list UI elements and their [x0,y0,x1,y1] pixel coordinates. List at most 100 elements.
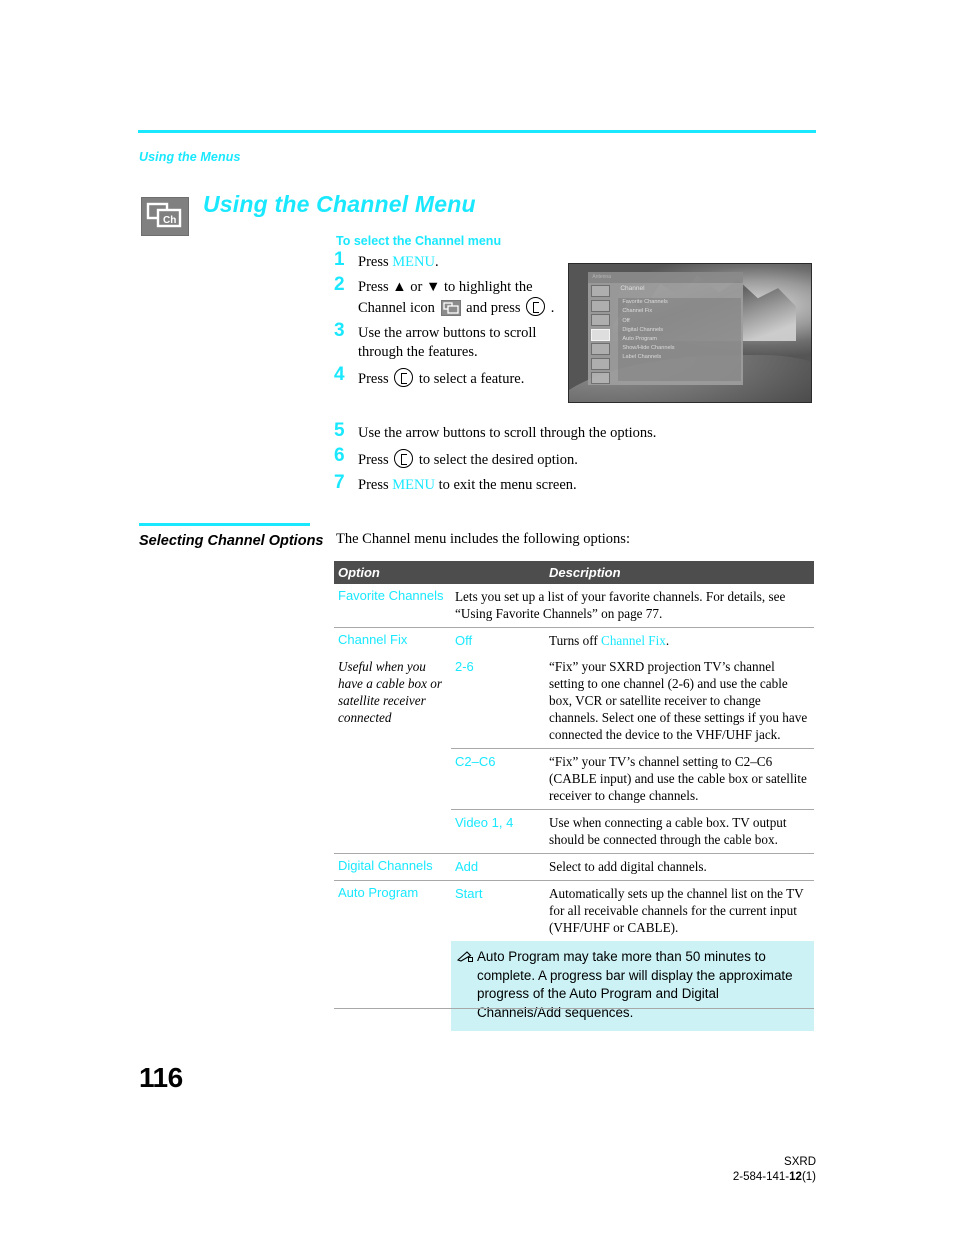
osd-item-label: Label Channels [622,354,662,361]
table-cell-description: “Fix” your SXRD projection TV’s channel … [549,659,808,742]
doc-id-revision: 12 [789,1171,802,1183]
option-value: Off [455,633,473,648]
step-number: 5 [334,420,345,441]
table-row: Video 1, 4 Use when connecting a cable b… [334,809,814,854]
table-cell-description: Turns off Channel Fix. [545,627,814,654]
step-text-part: Press [358,254,393,270]
table-row: C2–C6 “Fix” your TV’s channel setting to… [334,748,814,810]
option-value: Start [455,886,483,901]
step-number: 7 [334,472,345,493]
channel-options-table: Option Description Favorite Channels Let… [334,561,814,1031]
menu-key-label: MENU [392,254,435,270]
channel-fix-keyword: Channel Fix [601,633,666,648]
table-cell-note: Auto Program may take more than 50 minut… [451,941,814,1031]
option-value: 2-6 [455,659,474,674]
table-cell-description: Lets you set up a list of your favorite … [455,589,786,621]
section-intro: The Channel menu includes the following … [336,531,630,547]
pencil-note-icon [456,950,473,962]
doc-id-prefix: 2-584-141- [732,1171,790,1183]
table-cell-option: Favorite Channels [334,584,451,628]
colophon: SXRD 2-584-141-12(1) [733,1155,816,1185]
step-4: 4 Press to select a feature. [334,364,559,389]
osd-item-label: Favorite Channels [622,299,668,306]
header-rule [138,130,816,133]
osd-icon-cc [591,372,611,385]
step-text-part: . [547,300,555,316]
column-header-description: Description [545,561,814,584]
section-rule [139,523,310,526]
osd-title-bar: Antenna [588,272,744,284]
table-cell-description: Select to add digital channels. [545,853,814,881]
step-7: 7 Press MENU to exit the menu screen. [334,472,814,495]
osd-item-label: Channel Fix [622,308,653,315]
step-text-part: Press [358,371,393,387]
description-part: . [665,633,670,648]
table-cell-value: Add [451,853,545,881]
table-row: Useful when you have a cable box or sate… [334,654,814,749]
column-header-option: Option [334,561,451,584]
step-text-part: or [406,279,426,295]
table-cell-value: Off [451,627,545,654]
osd-item-label: Show/Hide Channels [622,345,675,352]
step-5: 5 Use the arrow buttons to scroll throug… [334,420,814,443]
step-number: 3 [334,320,345,341]
running-head: Using the Menus [139,150,241,164]
osd-icon-channel [591,328,611,341]
page-title: Using the Channel Menu [203,191,476,217]
table-row: Digital Channels Add Select to add digit… [334,853,814,881]
option-value: Video 1, 4 [455,815,514,830]
step-text-part: Press [358,452,393,468]
osd-sidebar-icons [591,285,615,387]
description-part: Turns off [549,633,602,648]
procedure-steps: 1 Press MENU. 2 Press ▲ or ▼ to highligh… [334,249,559,395]
table-cell-option: Useful when you have a cable box or sate… [334,654,451,749]
table-bottom-rule [334,1008,814,1009]
step-text-part: Press [358,279,393,295]
product-name: SXRD [784,1156,816,1168]
step-number: 1 [334,249,345,270]
step-text-part: to select the desired option. [415,452,578,468]
svg-text:Ch: Ch [163,215,176,226]
option-label: Channel Fix [338,632,408,647]
menu-key-label: MENU [392,477,435,493]
step-2: 2 Press ▲ or ▼ to highlight the Channel … [334,275,559,318]
step-number: 4 [334,364,345,385]
table-cell-option: Auto Program [334,880,451,941]
osd-item-label: Digital Channels [622,326,664,333]
select-button-icon [526,297,546,316]
note-callout: Auto Program may take more than 50 minut… [451,941,814,1031]
step-text-part: to select a feature. [415,371,525,387]
section-heading: Selecting Channel Options [139,533,324,549]
table-cell-value: Start [451,880,545,941]
step-text: Use the arrow buttons to scroll through … [358,325,537,360]
table-cell-option [334,810,451,854]
arrow-down-icon: ▼ [425,279,441,295]
step-3: 3 Use the arrow buttons to scroll throug… [334,320,559,362]
osd-icon-setup [591,357,611,370]
osd-icon-parental [591,343,611,356]
tv-osd-menu: Antenna Channel Favorite Channels Channe… [588,272,744,387]
table-cell-value: C2–C6 [451,748,545,810]
table-cell-option: Channel Fix [334,627,451,654]
table-header-row: Option Description [334,561,814,584]
procedure-steps-wide: 5 Use the arrow buttons to scroll throug… [334,420,814,501]
step-text: Press MENU to exit the menu screen. [358,477,577,493]
osd-item-value: Off [622,317,630,324]
procedure-heading: To select the Channel menu [336,234,502,248]
option-value: C2–C6 [455,754,496,769]
table-row: Auto Program Start Automatically sets up… [334,880,814,941]
tv-screenshot: Antenna Channel Favorite Channels Channe… [568,263,812,403]
osd-icon-screen [591,314,611,327]
option-label: Auto Program [338,885,419,900]
table-cell-value: 2-6 [451,654,545,749]
step-text-part: Press [358,477,393,493]
table-cell-option [334,941,451,1031]
page-number: 116 [139,1062,183,1093]
step-1: 1 Press MENU. [334,249,559,272]
step-text: Press ▲ or ▼ to highlight the Channel ic… [358,279,554,316]
osd-icon-audio [591,299,611,312]
step-text: Press to select the desired option. [358,449,578,468]
option-subnote: Useful when you have a cable box or sate… [338,659,442,725]
table-cell-description: Automatically sets up the channel list o… [545,880,814,941]
table-cell-option [334,749,451,810]
